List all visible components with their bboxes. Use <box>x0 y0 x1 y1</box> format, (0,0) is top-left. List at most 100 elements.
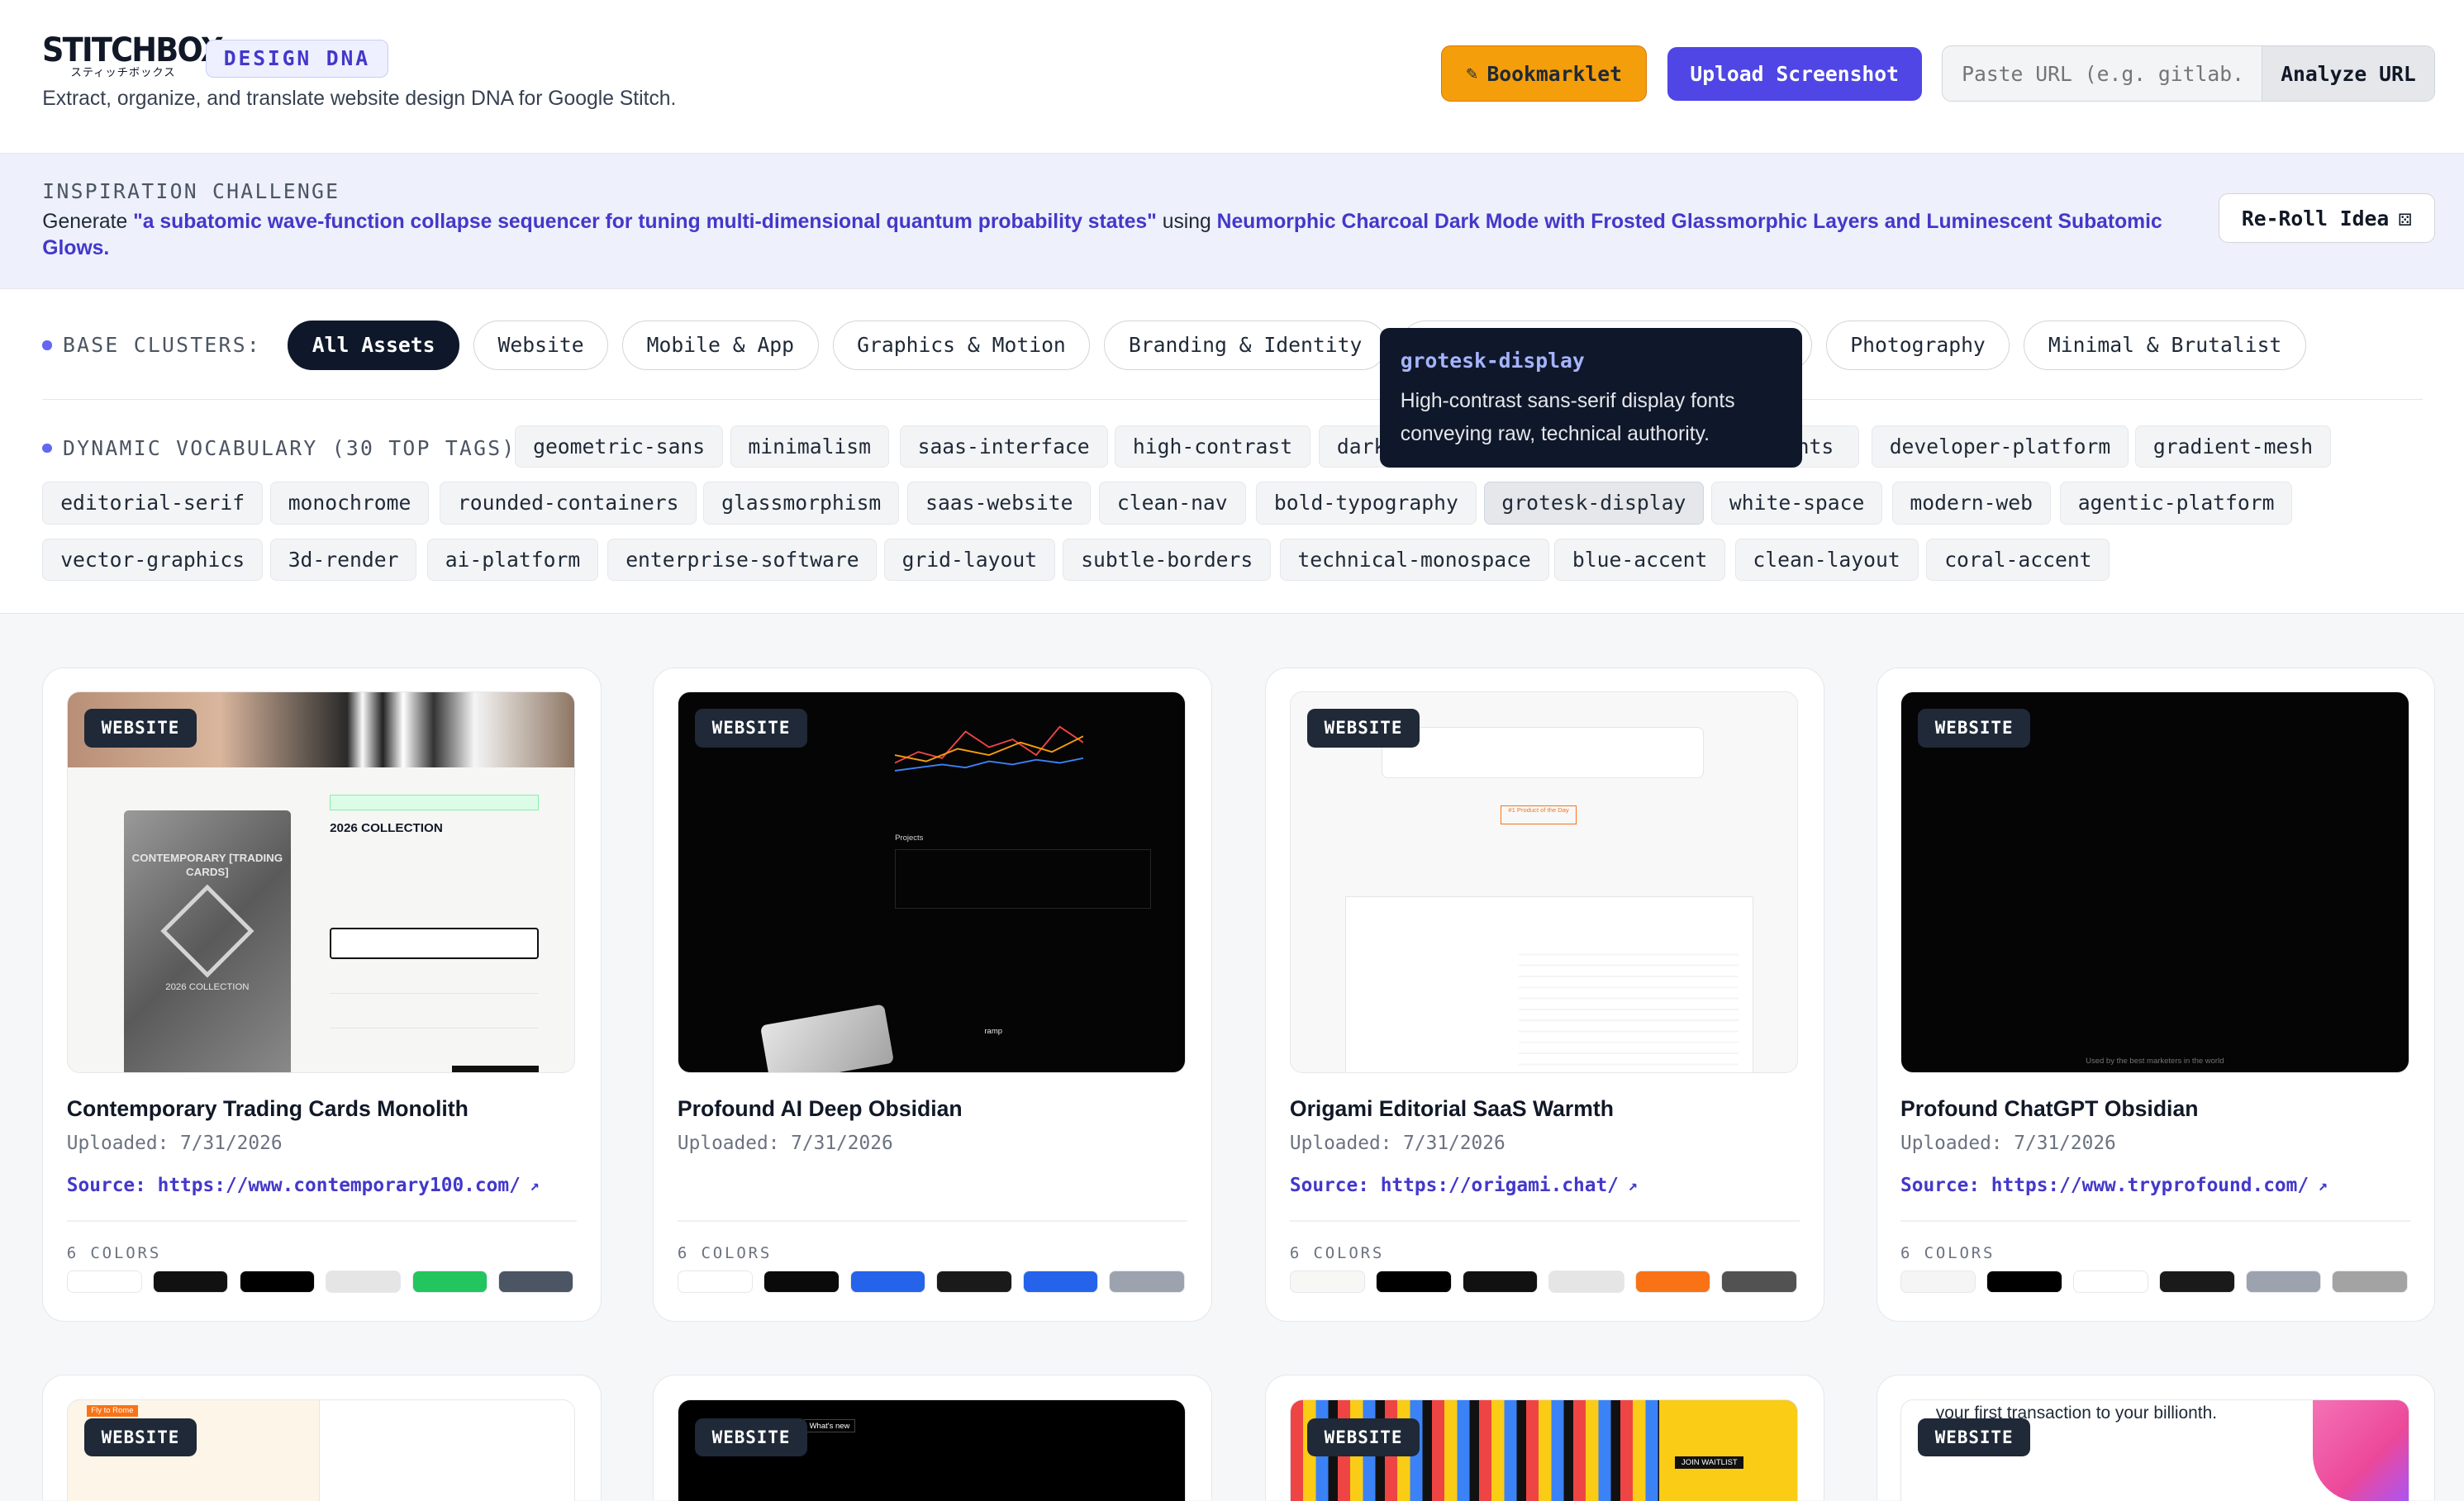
cluster-mobile-app[interactable]: Mobile & App <box>622 320 819 371</box>
tag-agentic-platform[interactable]: agentic-platform <box>2059 482 2293 525</box>
asset-card[interactable]: your first transaction to your billionth… <box>1876 1375 2435 1501</box>
tag-clean-layout[interactable]: clean-layout <box>1734 538 1919 581</box>
color-swatch[interactable] <box>2072 1271 2149 1293</box>
tag-white-space[interactable]: white-space <box>1711 482 1883 525</box>
analyze-url-button[interactable]: Analyze URL <box>2261 46 2434 102</box>
tag-editorial-serif[interactable]: editorial-serif <box>42 482 264 525</box>
tag-high-contrast[interactable]: high-contrast <box>1115 425 1311 468</box>
upload-screenshot-button[interactable]: Upload Screenshot <box>1667 47 1922 101</box>
tag-dark[interactable]: dark <box>1319 425 1390 468</box>
card-source-link[interactable]: Source: https://origami.chat/ ↗ <box>1290 1175 1638 1196</box>
color-swatch[interactable] <box>1376 1271 1452 1293</box>
url-analyze-group: Analyze URL <box>1942 45 2435 102</box>
color-swatch[interactable] <box>239 1271 315 1293</box>
tag-glassmorphism[interactable]: glassmorphism <box>703 482 900 525</box>
card-thumbnail[interactable]: #1 Product of the Day <box>1289 691 1799 1073</box>
color-swatch[interactable] <box>153 1271 229 1293</box>
asset-card[interactable]: CONTEMPORARY [TRADING CARDS] 2026 COLLEC… <box>42 667 602 1322</box>
color-swatch[interactable] <box>849 1271 926 1293</box>
asset-card[interactable]: Fly to Rome WEBSITE <box>42 1375 602 1501</box>
color-swatch[interactable] <box>326 1271 402 1293</box>
color-swatch[interactable] <box>936 1271 1012 1293</box>
card-source-link[interactable]: Source: https://www.contemporary100.com/… <box>67 1175 540 1196</box>
color-swatch[interactable] <box>1109 1271 1185 1293</box>
thumb-option <box>330 1003 539 1028</box>
thumb-gradient <box>2312 1399 2409 1501</box>
asset-card[interactable]: JOIN WAITLIST WEBSITE <box>1265 1375 1824 1501</box>
cluster-branding-identity[interactable]: Branding & Identity <box>1104 320 1387 371</box>
tag-subtle-borders[interactable]: subtle-borders <box>1063 538 1272 581</box>
card-date: Uploaded: 7/31/2026 <box>1289 1132 1506 1154</box>
card-divider <box>1900 1220 2411 1223</box>
bookmarklet-label: Bookmarklet <box>1486 61 1622 86</box>
bookmarklet-button[interactable]: ✎ Bookmarklet <box>1441 45 1648 102</box>
tag-minimalism[interactable]: minimalism <box>730 425 889 468</box>
tag-technical-monospace[interactable]: technical-monospace <box>1279 538 1549 581</box>
tag-enterprise-software[interactable]: enterprise-software <box>607 538 878 581</box>
tag-clean-nav[interactable]: clean-nav <box>1099 482 1246 525</box>
tag-grid-layout[interactable]: grid-layout <box>883 538 1055 581</box>
color-swatch[interactable] <box>1462 1271 1539 1293</box>
color-swatch[interactable] <box>1548 1271 1624 1293</box>
tag-saas-interface[interactable]: saas-interface <box>899 425 1108 468</box>
cluster-graphics-motion[interactable]: Graphics & Motion <box>832 320 1091 371</box>
external-link-icon: ↗ <box>1628 1176 1638 1195</box>
type-badge: WEBSITE <box>694 1418 808 1457</box>
tag-tooltip: grotesk-display High-contrast sans-serif… <box>1380 328 1803 468</box>
tag-modern-web[interactable]: modern-web <box>1891 482 2051 525</box>
thumb-snippet: JOIN WAITLIST <box>1675 1456 1744 1470</box>
color-swatch[interactable] <box>1022 1271 1099 1293</box>
color-swatch[interactable] <box>66 1271 142 1293</box>
thumb-panel <box>1659 1399 1798 1501</box>
reroll-idea-button[interactable]: Re-Roll Idea ⚄ <box>2218 192 2435 244</box>
asset-card[interactable]: #1 Product of the Day WEBSITE Origami Ed… <box>1265 667 1824 1322</box>
cluster-all-assets[interactable]: All Assets <box>288 320 459 371</box>
color-swatch[interactable] <box>1986 1271 2062 1293</box>
tag-saas-website[interactable]: saas-website <box>907 482 1092 525</box>
cluster-minimal-brutalist[interactable]: Minimal & Brutalist <box>2024 320 2306 371</box>
card-title[interactable]: Profound AI Deep Obsidian <box>678 1096 963 1122</box>
color-swatch[interactable] <box>411 1271 488 1293</box>
color-swatch[interactable] <box>763 1271 840 1293</box>
card-thumbnail[interactable]: Projects ramp <box>677 691 1187 1073</box>
tag-3d-render[interactable]: 3d-render <box>269 538 417 581</box>
card-title[interactable]: Contemporary Trading Cards Monolith <box>67 1096 469 1122</box>
color-swatch[interactable] <box>677 1271 754 1293</box>
tag-blue-accent[interactable]: blue-accent <box>1554 538 1726 581</box>
card-source-link[interactable]: Source: https://www.tryprofound.com/ ↗ <box>1900 1175 2328 1196</box>
tag-geometric-sans[interactable]: geometric-sans <box>515 425 724 468</box>
tag-bold-typography[interactable]: bold-typography <box>1256 482 1477 525</box>
color-swatch[interactable] <box>1289 1271 1366 1293</box>
card-thumbnail[interactable]: CONTEMPORARY [TRADING CARDS] 2026 COLLEC… <box>66 691 576 1073</box>
color-swatch[interactable] <box>1634 1271 1711 1293</box>
card-title[interactable]: Origami Editorial SaaS Warmth <box>1290 1096 1614 1122</box>
source-text: Source: https://www.tryprofound.com/ <box>1900 1175 2309 1197</box>
filters-divider <box>42 398 2423 401</box>
tag-coral-accent[interactable]: coral-accent <box>1926 538 2110 581</box>
cluster-website[interactable]: Website <box>473 320 609 371</box>
card-thumbnail[interactable]: Used by the best marketers in the world <box>1900 691 2409 1073</box>
mini-line-chart <box>894 725 1084 772</box>
tag-developer-platform[interactable]: developer-platform <box>1871 425 2129 468</box>
asset-card[interactable]: What's new WEBSITE <box>653 1375 1212 1501</box>
base-clusters-row: BASE CLUSTERS: All Assets Website Mobile… <box>42 320 2320 371</box>
color-swatch[interactable] <box>1721 1271 1797 1293</box>
url-input[interactable] <box>1943 46 2262 102</box>
color-swatch[interactable] <box>1900 1271 1976 1293</box>
inspiration-label: INSPIRATION CHALLENGE <box>42 178 340 203</box>
tag-ai-platform[interactable]: ai-platform <box>426 538 599 581</box>
tag-gradient-mesh[interactable]: gradient-mesh <box>2135 425 2332 468</box>
asset-card[interactable]: Projects ramp WEBSITE Profound AI Deep O… <box>653 667 1212 1322</box>
cluster-photography[interactable]: Photography <box>1825 320 2010 371</box>
asset-card[interactable]: Used by the best marketers in the world … <box>1876 667 2435 1322</box>
color-swatch[interactable] <box>2245 1271 2322 1293</box>
color-swatch[interactable] <box>2332 1271 2408 1293</box>
color-swatch[interactable] <box>2159 1271 2235 1293</box>
tag-grotesk-display[interactable]: grotesk-display <box>1483 482 1705 525</box>
tag-vector-graphics[interactable]: vector-graphics <box>42 538 264 581</box>
thumb-snippet: What's new <box>803 1418 856 1433</box>
tag-monochrome[interactable]: monochrome <box>269 482 430 525</box>
card-title[interactable]: Profound ChatGPT Obsidian <box>1900 1096 2198 1122</box>
color-swatch[interactable] <box>498 1271 574 1293</box>
tag-rounded-containers[interactable]: rounded-containers <box>440 482 697 525</box>
